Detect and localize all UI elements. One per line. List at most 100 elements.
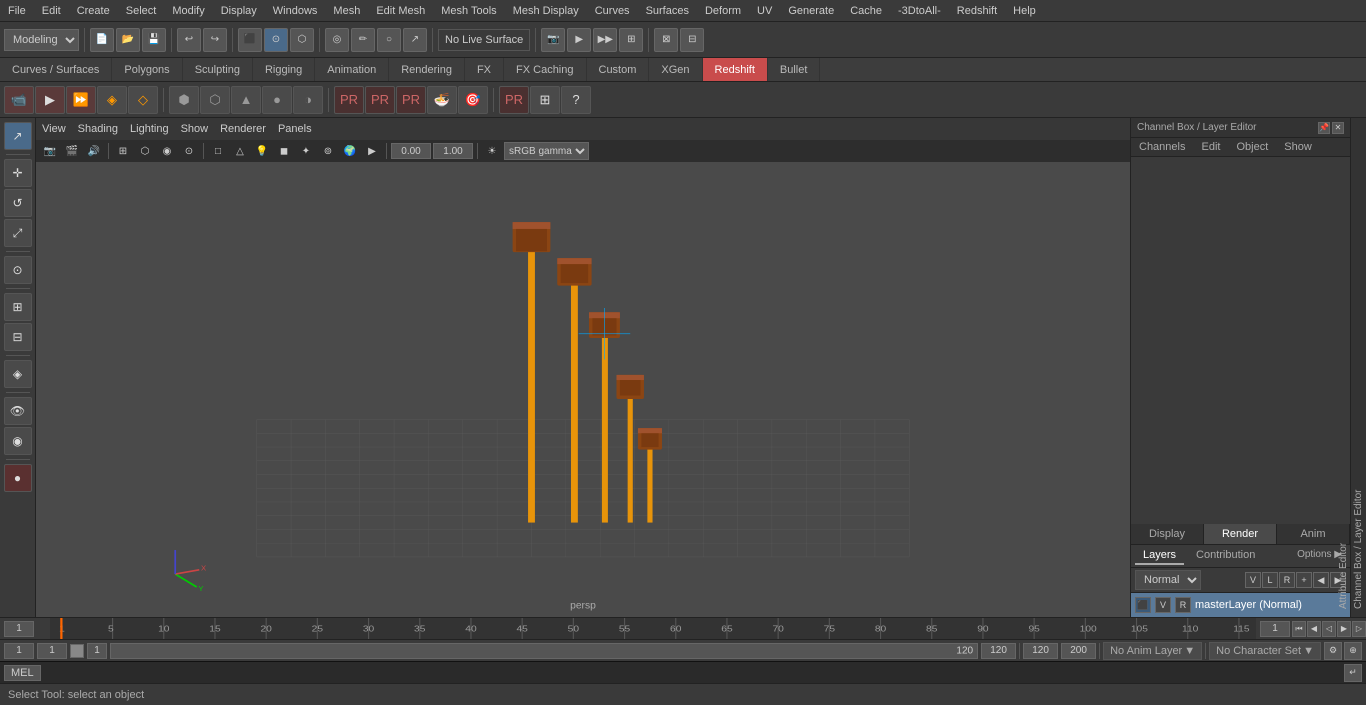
layers-tab[interactable]: Layers [1135, 547, 1184, 565]
menu-deform[interactable]: Deform [697, 3, 749, 19]
no-live-surface[interactable]: No Live Surface [438, 29, 530, 51]
frame-end-input[interactable] [981, 643, 1016, 659]
menu-help[interactable]: Help [1005, 3, 1044, 19]
isolate-btn[interactable]: ◈ [4, 360, 32, 388]
step-back-btn[interactable]: ◀ [1307, 621, 1321, 637]
soft-mod-btn[interactable]: ⊙ [4, 256, 32, 284]
vp-persp-btn[interactable]: □ [208, 142, 228, 160]
menu-mesh-display[interactable]: Mesh Display [505, 3, 587, 19]
select-mode-btn[interactable]: ⬛ [238, 28, 262, 52]
hide-btn[interactable]: 👁 [4, 397, 32, 425]
anim-prefs-btn[interactable]: ⚙ [1324, 642, 1342, 660]
step-fwd-btn[interactable]: ▷ [1352, 621, 1366, 637]
rs-icon-10[interactable]: ◑ [293, 86, 323, 114]
rs-icon-12[interactable]: PR [365, 86, 395, 114]
render2-btn[interactable]: ▶▶ [593, 28, 617, 52]
vp-pts-btn[interactable]: ⊙ [179, 142, 199, 160]
menu-redshift[interactable]: Redshift [949, 3, 1005, 19]
tab-sculpting[interactable]: Sculpting [183, 58, 253, 81]
vp-xray-btn[interactable]: ✦ [296, 142, 316, 160]
timeline-ruler[interactable]: 1 5 10 15 20 25 30 35 40 45 50 55 60 65 … [50, 618, 1256, 639]
anim-blend-btn[interactable]: ⊕ [1344, 642, 1362, 660]
menu-mesh[interactable]: Mesh [325, 3, 368, 19]
cmd-input[interactable] [47, 664, 1338, 682]
layer-render-btn[interactable]: R [1279, 572, 1295, 588]
rs-icon-13[interactable]: PR [396, 86, 426, 114]
vp-iso-btn[interactable]: ⊚ [318, 142, 338, 160]
shader-ball-btn[interactable]: ● [4, 464, 32, 492]
new-scene-btn[interactable]: 📄 [90, 28, 114, 52]
tab-curves-surfaces[interactable]: Curves / Surfaces [0, 58, 112, 81]
snap2-btn[interactable]: ⊟ [4, 323, 32, 351]
masterlayer-row[interactable]: ⬛ V R masterLayer (Normal) [1131, 593, 1350, 617]
undo-btn[interactable]: ↩ [177, 28, 201, 52]
frame-start-input[interactable] [4, 643, 34, 659]
layout-btn[interactable]: ⊠ [654, 28, 678, 52]
workspace-dropdown[interactable]: Modeling [4, 29, 79, 51]
menu-curves[interactable]: Curves [587, 3, 638, 19]
menu-display[interactable]: Display [213, 3, 265, 19]
rs-icon-14[interactable]: 🍜 [427, 86, 457, 114]
vp-menu-renderer[interactable]: Renderer [220, 123, 266, 135]
menu-windows[interactable]: Windows [265, 3, 326, 19]
vp-grid-btn[interactable]: ⊞ [113, 142, 133, 160]
tab-rigging[interactable]: Rigging [253, 58, 315, 81]
snap-btn[interactable]: ⊞ [4, 293, 32, 321]
component-mode-btn[interactable]: ⬡ [290, 28, 314, 52]
menu-select[interactable]: Select [118, 3, 165, 19]
tab-fx[interactable]: FX [465, 58, 504, 81]
menu-file[interactable]: File [0, 3, 34, 19]
layer-visible-btn[interactable]: V [1245, 572, 1261, 588]
display-tab[interactable]: Display [1131, 524, 1204, 544]
tab-rendering[interactable]: Rendering [389, 58, 465, 81]
current-frame-input[interactable] [1260, 621, 1290, 637]
rs-icon-1[interactable]: 📹 [4, 86, 34, 114]
skip-start-btn[interactable]: ⏮ [1292, 621, 1306, 637]
frame-current-input[interactable] [37, 643, 67, 659]
menu-cache[interactable]: Cache [842, 3, 890, 19]
vp-gamma-dropdown[interactable]: sRGB gamma [504, 142, 589, 160]
menu-surfaces[interactable]: Surfaces [638, 3, 697, 19]
redo-btn[interactable]: ↪ [203, 28, 227, 52]
object-tab[interactable]: Object [1228, 138, 1276, 156]
vp-menu-lighting[interactable]: Lighting [130, 123, 169, 135]
tab-fx-caching[interactable]: FX Caching [504, 58, 586, 81]
vp-shadow-btn[interactable]: ◼ [274, 142, 294, 160]
layer-lock-btn[interactable]: L [1262, 572, 1278, 588]
vp-render-btn[interactable]: ▶ [362, 142, 382, 160]
range-end-input[interactable] [1023, 643, 1058, 659]
select-btn[interactable]: ↗ [403, 28, 427, 52]
vp-scale-input[interactable] [433, 143, 473, 159]
play-back-btn[interactable]: ◁ [1322, 621, 1336, 637]
vp-smooth-btn[interactable]: ◉ [157, 142, 177, 160]
scale-tool-btn[interactable]: ⤢ [4, 219, 32, 247]
open-scene-btn[interactable]: 📂 [116, 28, 140, 52]
rs-icon-18[interactable]: ? [561, 86, 591, 114]
object-mode-btn[interactable]: ⊙ [264, 28, 288, 52]
edit-tab[interactable]: Edit [1193, 138, 1228, 156]
tab-bullet[interactable]: Bullet [768, 58, 821, 81]
save-scene-btn[interactable]: 💾 [142, 28, 166, 52]
rotate-tool-btn[interactable]: ↺ [4, 189, 32, 217]
menu-mesh-tools[interactable]: Mesh Tools [433, 3, 504, 19]
rs-icon-16[interactable]: PR [499, 86, 529, 114]
vp-wire-btn[interactable]: ⬡ [135, 142, 155, 160]
menu-3dtall[interactable]: -3DtoAll- [890, 3, 949, 19]
camera-btn[interactable]: 📷 [541, 28, 565, 52]
vp-light-btn[interactable]: 💡 [252, 142, 272, 160]
tab-xgen[interactable]: XGen [649, 58, 702, 81]
rs-icon-3[interactable]: ⏩ [66, 86, 96, 114]
move-tool-btn[interactable]: ✛ [4, 159, 32, 187]
vtab-attribute-editor[interactable]: Attribute Editor [1336, 118, 1351, 617]
menu-edit-mesh[interactable]: Edit Mesh [368, 3, 433, 19]
play-fwd-btn[interactable]: ▶ [1337, 621, 1351, 637]
rs-icon-8[interactable]: ▲ [231, 86, 261, 114]
panel-pin-btn[interactable]: 📌 [1318, 122, 1330, 134]
vp-menu-view[interactable]: View [42, 123, 66, 135]
frame-input-3[interactable] [87, 643, 107, 659]
lasso-btn[interactable]: ◎ [325, 28, 349, 52]
masterlayer-render[interactable]: R [1175, 597, 1191, 613]
rs-icon-6[interactable]: ⬢ [169, 86, 199, 114]
vp-coord-input[interactable] [391, 143, 431, 159]
layer-add-btn[interactable]: + [1296, 572, 1312, 588]
